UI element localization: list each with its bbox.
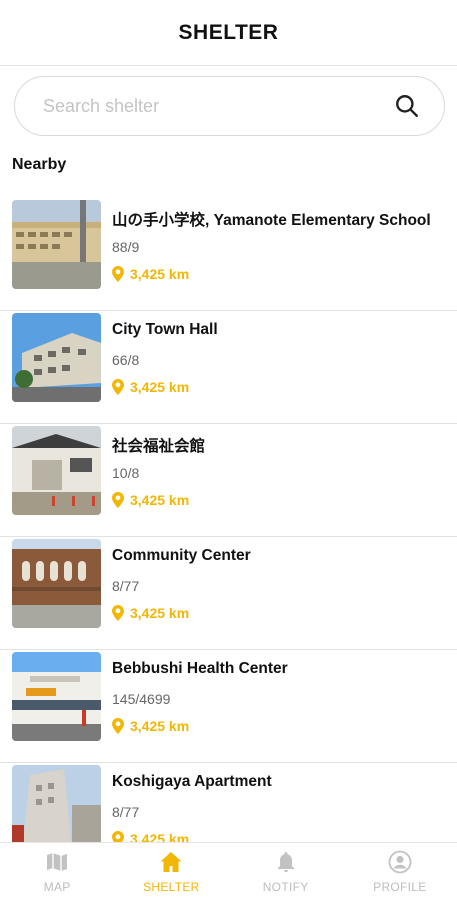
- shelter-name: Bebbushi Health Center: [112, 660, 288, 677]
- shelter-distance-value: 3,425 km: [130, 379, 190, 395]
- shelter-name: Community Center: [112, 547, 251, 564]
- bell-icon: [277, 851, 294, 872]
- tab-label-shelter: SHELTER: [143, 879, 200, 894]
- shelter-name: 山の手小学校, Yamanote Elementary School: [112, 212, 431, 229]
- shelter-distance-value: 3,425 km: [130, 831, 190, 842]
- shelter-list-item[interactable]: Koshigaya Apartment 8/77 3,425 km: [0, 763, 457, 842]
- shelter-distance: 3,425 km: [112, 492, 205, 508]
- tab-label-map: MAP: [43, 879, 71, 894]
- shelter-capacity: 8/77: [112, 804, 140, 820]
- location-pin-icon: [112, 266, 124, 282]
- shelter-photo: [12, 426, 101, 515]
- shelter-distance-value: 3,425 km: [130, 718, 190, 734]
- tab-map[interactable]: MAP: [0, 843, 114, 900]
- shelter-distance: 3,425 km: [112, 718, 288, 734]
- search-bar[interactable]: [14, 76, 445, 136]
- shelter-list-item[interactable]: Community Center 8/77 3,425 km: [0, 537, 457, 650]
- shelter-distance: 3,425 km: [112, 266, 431, 282]
- tab-notify[interactable]: NOTIFY: [229, 843, 343, 900]
- shelter-photo: [12, 539, 101, 628]
- tab-label-profile: PROFILE: [373, 879, 427, 894]
- shelter-name: 社会福祉会館: [112, 438, 206, 455]
- shelter-distance: 3,425 km: [112, 831, 272, 842]
- shelter-photo: [12, 313, 101, 402]
- shelter-list-item[interactable]: 社会福祉会館 10/8 3,425 km: [0, 424, 457, 537]
- shelter-capacity: 145/4699: [112, 691, 171, 707]
- shelter-list-item[interactable]: Bebbushi Health Center 145/4699 3,425 km: [0, 650, 457, 763]
- location-pin-icon: [112, 492, 124, 508]
- shelter-capacity: 88/9: [112, 239, 140, 255]
- shelter-capacity: 66/8: [112, 352, 140, 368]
- shelter-list-item[interactable]: 山の手小学校, Yamanote Elementary School 88/9 …: [0, 198, 457, 311]
- tab-profile[interactable]: PROFILE: [343, 843, 457, 900]
- shelter-capacity: 8/77: [112, 578, 140, 594]
- shelter-photo: [12, 652, 101, 741]
- shelter-distance: 3,425 km: [112, 605, 251, 621]
- search-container: [0, 66, 457, 136]
- section-title-nearby: Nearby: [12, 156, 67, 173]
- user-icon: [388, 850, 412, 873]
- shelter-photo: [12, 200, 101, 289]
- shelter-distance-value: 3,425 km: [130, 266, 190, 282]
- location-pin-icon: [112, 379, 124, 395]
- location-pin-icon: [112, 831, 124, 842]
- page-title: SHELTER: [178, 20, 279, 44]
- shelter-list[interactable]: 山の手小学校, Yamanote Elementary School 88/9 …: [0, 198, 457, 842]
- search-icon[interactable]: [394, 93, 420, 119]
- search-input[interactable]: [43, 95, 363, 117]
- shelter-distance: 3,425 km: [112, 379, 218, 395]
- shelter-name: City Town Hall: [112, 321, 218, 338]
- shelter-capacity: 10/8: [112, 465, 140, 481]
- shelter-photo: [12, 765, 101, 842]
- app-header: SHELTER: [0, 0, 457, 66]
- location-pin-icon: [112, 605, 124, 621]
- bottom-tab-bar: MAP SHELTER NOTIFY PROFILE: [0, 842, 457, 900]
- location-pin-icon: [112, 718, 124, 734]
- home-icon: [160, 851, 182, 872]
- tab-label-notify: NOTIFY: [262, 879, 309, 894]
- shelter-distance-value: 3,425 km: [130, 492, 190, 508]
- tab-shelter[interactable]: SHELTER: [114, 843, 228, 900]
- shelter-name: Koshigaya Apartment: [112, 773, 272, 790]
- shelter-distance-value: 3,425 km: [130, 605, 190, 621]
- shelter-list-item[interactable]: City Town Hall 66/8 3,425 km: [0, 311, 457, 424]
- map-icon: [47, 852, 68, 871]
